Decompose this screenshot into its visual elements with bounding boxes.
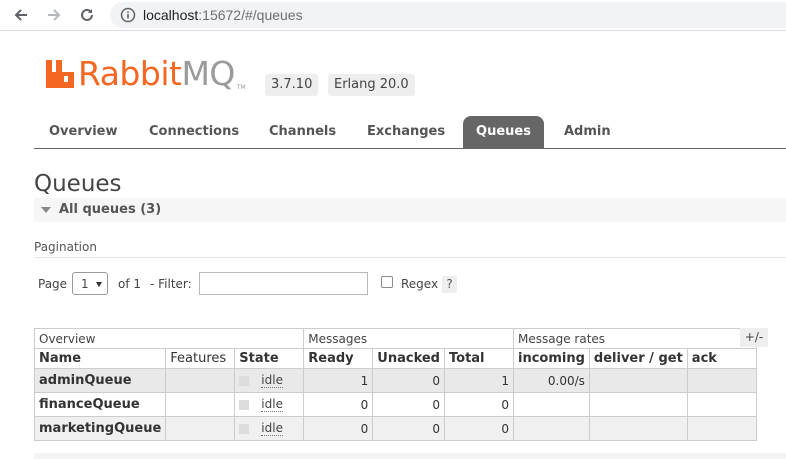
ready-count: 0 (303, 392, 374, 417)
queue-features (165, 368, 236, 393)
table-row[interactable]: adminQueue idle 1 0 1 0.00/s (33, 368, 757, 393)
col-state[interactable]: State (234, 348, 305, 369)
incoming-rate (513, 416, 590, 441)
queue-state: idle (234, 392, 305, 417)
logo-rabbit-text: Rabbit (78, 54, 182, 93)
total-count: 1 (444, 368, 514, 393)
forward-arrow-icon[interactable] (43, 4, 65, 26)
incoming-rate: 0.00/s (513, 368, 590, 393)
reload-icon[interactable] (76, 4, 98, 26)
filter-input[interactable] (199, 272, 368, 295)
state-text: idle (261, 373, 283, 388)
all-queues-section-toggle[interactable]: All queues (3) (34, 198, 786, 222)
url-path: :15672/#/queues (198, 7, 303, 23)
tab-connections[interactable]: Connections (149, 116, 239, 148)
version-badge: 3.7.10 (265, 74, 319, 96)
url-host: localhost (143, 7, 199, 23)
tab-channels[interactable]: Channels (269, 116, 336, 148)
col-total[interactable]: Total (444, 348, 514, 369)
group-messages: Messages (303, 328, 514, 349)
queue-features (165, 416, 236, 441)
ack-rate (686, 368, 757, 393)
info-icon[interactable] (120, 7, 136, 23)
col-incoming[interactable]: incoming (513, 348, 590, 369)
ack-rate (686, 416, 757, 441)
back-arrow-icon[interactable] (10, 4, 32, 26)
state-indicator-icon (239, 375, 250, 386)
section-label: All queues (3) (59, 202, 162, 217)
rabbit-logo-icon (46, 60, 74, 88)
rabbitmq-logo[interactable]: RabbitMQ TM (44, 56, 246, 92)
deliver-rate (588, 368, 688, 393)
logo-mq-text: MQ (181, 54, 235, 93)
url-text[interactable]: localhost:15672/#/queues (143, 7, 303, 23)
queue-state: idle (234, 416, 305, 441)
group-overview: Overview (33, 328, 305, 349)
queues-table: Overview Messages Message rates Name Fea… (33, 328, 757, 441)
logo-text: RabbitMQ (78, 56, 235, 92)
page-select-value: 1 (81, 277, 89, 291)
table-row[interactable]: financeQueue idle 0 0 0 (33, 392, 757, 417)
tab-overview[interactable]: Overview (49, 116, 118, 148)
regex-label: Regex (401, 277, 439, 291)
deliver-rate (588, 416, 688, 441)
queue-name-link[interactable]: financeQueue (33, 392, 167, 417)
tab-admin[interactable]: Admin (564, 116, 611, 148)
main-nav-tabs: Overview Connections Channels Exchanges … (34, 116, 786, 149)
incoming-rate (513, 392, 590, 417)
unacked-count: 0 (372, 368, 445, 393)
page-select[interactable]: 1 (72, 272, 108, 295)
next-section-bar (34, 453, 786, 459)
unacked-count: 0 (372, 416, 445, 441)
queue-features (165, 392, 236, 417)
col-features: Features (165, 348, 236, 369)
columns-toggle-button[interactable]: +/- (740, 328, 768, 347)
table-row[interactable]: marketingQueue idle 0 0 0 (33, 416, 757, 441)
total-count: 0 (444, 392, 514, 417)
page-label: Page (38, 277, 68, 291)
ready-count: 0 (303, 416, 374, 441)
regex-checkbox[interactable] (381, 276, 393, 288)
queue-name-link[interactable]: adminQueue (33, 368, 167, 393)
divider (34, 257, 786, 258)
deliver-rate (588, 392, 688, 417)
pagination-heading: Pagination (34, 240, 97, 254)
table-group-header-row: Overview Messages Message rates (33, 328, 757, 349)
col-unacked[interactable]: Unacked (372, 348, 445, 369)
queue-name-link[interactable]: marketingQueue (33, 416, 167, 441)
ready-count: 1 (303, 368, 374, 393)
filter-label: - Filter: (150, 277, 192, 291)
regex-help-button[interactable]: ? (442, 276, 457, 293)
queue-state: idle (234, 368, 305, 393)
chevron-down-icon (96, 282, 102, 287)
tab-queues[interactable]: Queues (463, 116, 544, 148)
erlang-badge: Erlang 20.0 (328, 74, 415, 96)
state-indicator-icon (239, 399, 250, 410)
state-text: idle (261, 421, 283, 436)
page-title: Queues (34, 171, 122, 197)
table-header-row: Name Features State Ready Unacked Total … (33, 348, 757, 369)
col-ready[interactable]: Ready (303, 348, 374, 369)
state-indicator-icon (239, 423, 250, 434)
total-count: 0 (444, 416, 514, 441)
col-deliver-get[interactable]: deliver / get (588, 348, 688, 369)
page-count-label: of 1 (118, 277, 142, 291)
ack-rate (686, 392, 757, 417)
col-name[interactable]: Name (33, 348, 167, 369)
state-text: idle (261, 397, 283, 412)
col-ack[interactable]: ack (686, 348, 757, 369)
logo-trademark: TM (236, 84, 246, 91)
unacked-count: 0 (372, 392, 445, 417)
group-message-rates: Message rates (513, 328, 757, 349)
tab-exchanges[interactable]: Exchanges (367, 116, 445, 148)
collapse-triangle-icon (41, 207, 51, 213)
browser-toolbar: localhost:15672/#/queues (0, 0, 786, 31)
address-bar[interactable]: localhost:15672/#/queues (110, 2, 786, 28)
